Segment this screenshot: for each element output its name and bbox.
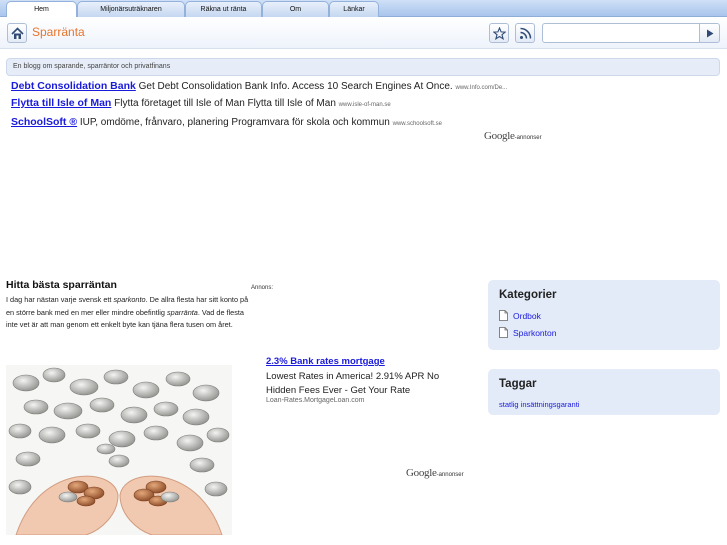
tab-hem[interactable]: Hem: [6, 1, 77, 17]
toolbar: Sparränta: [0, 17, 727, 49]
ad-url[interactable]: www.schoolsoft.se: [393, 121, 442, 127]
star-icon: [493, 27, 506, 40]
arrow-right-icon: [707, 29, 714, 38]
post-title[interactable]: Hitta bästa sparräntan: [6, 279, 117, 291]
category-label: Sparkonton: [513, 328, 557, 338]
search-input[interactable]: [542, 23, 700, 43]
document-icon: [499, 327, 508, 338]
tags-heading: Taggar: [499, 378, 537, 390]
coins-hands-image: [6, 365, 232, 535]
ad-text: Flytta företaget till Isle of Man Flytta…: [114, 98, 336, 109]
tag-link[interactable]: statlig insättningsgaranti: [499, 400, 579, 409]
ad-row: SchoolSoft ® IUP, omdöme, frånvaro, plan…: [11, 116, 442, 128]
site-title[interactable]: Sparränta: [32, 25, 85, 39]
tags-box: Taggar statlig insättningsgaranti: [488, 369, 720, 415]
ad-title-link[interactable]: Debt Consolidation Bank: [11, 80, 136, 92]
ad-text: IUP, omdöme, frånvaro, planering Program…: [79, 117, 390, 128]
ads-suffix: -annonser: [514, 135, 542, 141]
google-logo: Google: [484, 130, 515, 142]
bookmark-button[interactable]: [489, 23, 509, 43]
ad-row: Flytta till Isle of Man Flytta företaget…: [11, 97, 391, 109]
google-ads-label[interactable]: Google-annonser: [406, 467, 464, 479]
search-button[interactable]: [699, 23, 720, 43]
side-ad-title-link[interactable]: 2.3% Bank rates mortgage: [266, 356, 385, 367]
home-button[interactable]: [7, 23, 27, 43]
ads-suffix: -annonser: [436, 472, 464, 478]
tab-bar: Hem Miljonärsuträknaren Räkna ut ränta O…: [0, 0, 727, 17]
coins-illustration: [6, 365, 232, 535]
post-emphasis: sparkonto: [113, 295, 146, 304]
google-logo: Google: [406, 467, 437, 479]
post-emphasis: sparränta: [167, 307, 198, 317]
ad-title-link[interactable]: Flytta till Isle of Man: [11, 97, 111, 109]
category-label: Ordbok: [513, 311, 541, 321]
home-icon: [11, 27, 24, 39]
rss-icon: [520, 27, 532, 39]
side-ad-url[interactable]: Loan-Rates.MortgageLoan.com: [266, 397, 364, 404]
page: Hem Miljonärsuträknaren Räkna ut ränta O…: [0, 0, 727, 545]
tab-miljonarsutraknaren[interactable]: Miljonärsuträknaren: [77, 1, 185, 17]
google-ads-label[interactable]: Google-annonser: [484, 130, 542, 142]
category-item-ordbok[interactable]: Ordbok: [499, 310, 541, 321]
ad-row: Debt Consolidation Bank Get Debt Consoli…: [11, 80, 507, 92]
tab-lankar[interactable]: Länkar: [329, 1, 379, 17]
side-ad-text: Lowest Rates in America! 2.91% APR No Hi…: [266, 371, 440, 396]
post-body: I dag har nästan varje svensk ett sparko…: [6, 294, 250, 332]
ad-url[interactable]: www.isle-of-man.se: [339, 102, 391, 108]
ad-url[interactable]: www.Info.com/De...: [455, 85, 507, 91]
document-icon: [499, 310, 508, 321]
category-item-sparkonton[interactable]: Sparkonton: [499, 327, 556, 338]
rss-button[interactable]: [515, 23, 535, 43]
tab-om[interactable]: Om: [262, 1, 329, 17]
categories-box: Kategorier Ordbok Sparkonton: [488, 280, 720, 350]
ad-text: Get Debt Consolidation Bank Info. Access…: [138, 81, 453, 92]
ad-title-link[interactable]: SchoolSoft ®: [11, 116, 77, 128]
categories-heading: Kategorier: [499, 289, 557, 301]
site-tagline: En blogg om sparande, sparräntor och pri…: [6, 58, 720, 76]
annons-label: Annons:: [251, 285, 274, 291]
post-text: I dag har nästan varje svensk ett: [6, 295, 114, 304]
tab-rakna-ut-ranta[interactable]: Räkna ut ränta: [185, 1, 262, 17]
